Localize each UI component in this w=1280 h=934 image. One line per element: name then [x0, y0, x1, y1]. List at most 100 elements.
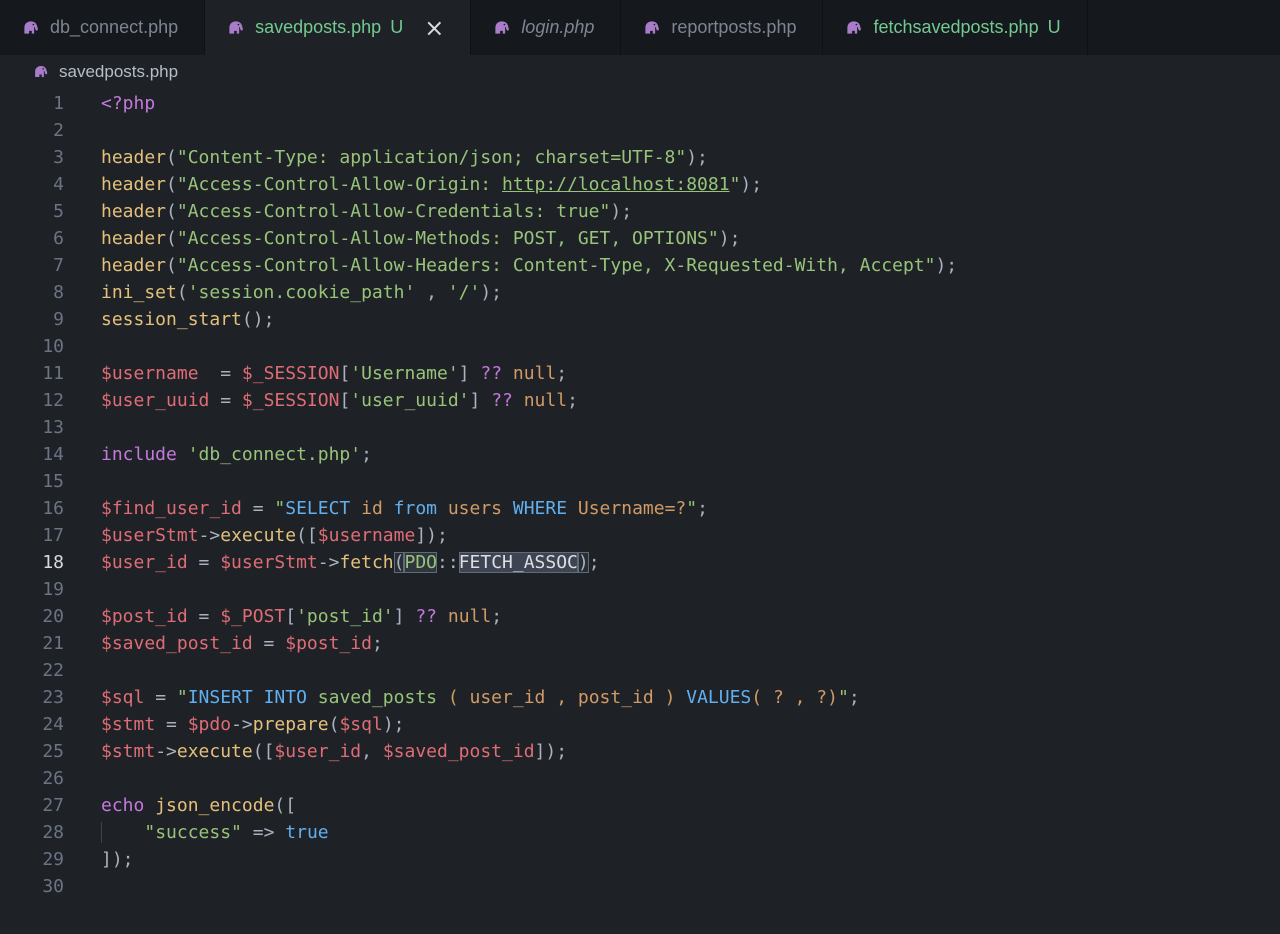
breadcrumb-file[interactable]: savedposts.php [59, 62, 178, 82]
code-text[interactable]: echo json_encode([ [101, 792, 296, 819]
line-number[interactable]: 16 [0, 495, 64, 522]
code-text[interactable]: header("Access-Control-Allow-Methods: PO… [101, 225, 740, 252]
code-text[interactable]: header("Access-Control-Allow-Credentials… [101, 198, 632, 225]
code-line[interactable]: 29]); [0, 846, 1280, 873]
line-number[interactable]: 18 [0, 549, 64, 576]
code-text[interactable]: "success" => true [101, 819, 329, 846]
code-token: ( [177, 282, 188, 303]
code-line[interactable]: 2 [0, 117, 1280, 144]
code-text[interactable]: include 'db_connect.php'; [101, 441, 372, 468]
line-number[interactable]: 12 [0, 387, 64, 414]
line-number[interactable]: 2 [0, 117, 64, 144]
line-number[interactable]: 6 [0, 225, 64, 252]
code-token: 'db_connect.php' [188, 444, 361, 465]
line-number[interactable]: 21 [0, 630, 64, 657]
tab-db_connect-php[interactable]: db_connect.php [0, 0, 205, 55]
line-number[interactable]: 22 [0, 657, 64, 684]
code-line[interactable]: 28 "success" => true [0, 819, 1280, 846]
code-text[interactable]: $stmt = $pdo->prepare($sql); [101, 711, 405, 738]
code-line[interactable]: 10 [0, 333, 1280, 360]
code-text[interactable]: $sql = "INSERT INTO saved_posts ( user_i… [101, 684, 860, 711]
line-number[interactable]: 24 [0, 711, 64, 738]
code-text[interactable]: $user_uuid = $_SESSION['user_uuid'] ?? n… [101, 387, 578, 414]
code-line[interactable]: 26 [0, 765, 1280, 792]
line-number[interactable]: 10 [0, 333, 64, 360]
line-number[interactable]: 15 [0, 468, 64, 495]
code-token: $saved_post_id [383, 741, 535, 762]
code-text[interactable]: $stmt->execute([$user_id, $saved_post_id… [101, 738, 567, 765]
code-line[interactable]: 3 header("Content-Type: application/json;… [0, 144, 1280, 171]
code-text[interactable]: header("Access-Control-Allow-Origin: htt… [101, 171, 762, 198]
line-number[interactable]: 9 [0, 306, 64, 333]
code-line[interactable]: 13 [0, 414, 1280, 441]
line-number[interactable]: 26 [0, 765, 64, 792]
code-line[interactable]: 4 header("Access-Control-Allow-Origin: ht… [0, 171, 1280, 198]
code-line[interactable]: 7 header("Access-Control-Allow-Headers: C… [0, 252, 1280, 279]
code-text[interactable]: session_start(); [101, 306, 274, 333]
code-line[interactable]: 6 header("Access-Control-Allow-Methods: P… [0, 225, 1280, 252]
code-token: $stmt [101, 714, 155, 735]
line-number[interactable]: 17 [0, 522, 64, 549]
line-number[interactable]: 5 [0, 198, 64, 225]
line-number[interactable]: 7 [0, 252, 64, 279]
code-token: $post_id [285, 633, 372, 654]
line-number[interactable]: 13 [0, 414, 64, 441]
code-line[interactable]: 20 $post_id = $_POST['post_id'] ?? null; [0, 603, 1280, 630]
tab-reportposts-php[interactable]: reportposts.php [621, 0, 823, 55]
line-number[interactable]: 28 [0, 819, 64, 846]
tab-fetchsavedposts-php[interactable]: fetchsavedposts.phpU [823, 0, 1087, 55]
code-line[interactable]: 17 $userStmt->execute([$username]); [0, 522, 1280, 549]
code-text[interactable]: header("Access-Control-Allow-Headers: Co… [101, 252, 957, 279]
code-text[interactable]: $saved_post_id = $post_id; [101, 630, 383, 657]
line-number[interactable]: 14 [0, 441, 64, 468]
code-text[interactable]: $post_id = $_POST['post_id'] ?? null; [101, 603, 502, 630]
code-token: = [209, 390, 242, 411]
breadcrumb[interactable]: savedposts.php [0, 55, 1280, 88]
code-line[interactable]: 24 $stmt = $pdo->prepare($sql); [0, 711, 1280, 738]
code-text[interactable]: <?php [101, 90, 155, 117]
code-line[interactable]: 11 $username = $_SESSION['Username'] ?? n… [0, 360, 1280, 387]
code-line[interactable]: 9 session_start(); [0, 306, 1280, 333]
line-number[interactable]: 20 [0, 603, 64, 630]
line-number[interactable]: 11 [0, 360, 64, 387]
tab-savedposts-php[interactable]: savedposts.phpU× [205, 0, 471, 55]
code-token: -> [231, 714, 253, 735]
line-number[interactable]: 4 [0, 171, 64, 198]
code-line[interactable]: 27 echo json_encode([ [0, 792, 1280, 819]
code-token: -> [199, 525, 221, 546]
code-line[interactable]: 21 $saved_post_id = $post_id; [0, 630, 1280, 657]
code-line[interactable]: 25 $stmt->execute([$user_id, $saved_post_… [0, 738, 1280, 765]
code-token: ; [491, 606, 502, 627]
code-editor[interactable]: 1 <?php 23 header("Content-Type: applicatio… [0, 88, 1280, 900]
code-text[interactable]: $userStmt->execute([$username]); [101, 522, 448, 549]
line-number[interactable]: 19 [0, 576, 64, 603]
code-line[interactable]: 19 [0, 576, 1280, 603]
code-line[interactable]: 1 <?php [0, 90, 1280, 117]
close-tab-icon[interactable]: × [424, 16, 444, 40]
code-line[interactable]: 5 header("Access-Control-Allow-Credential… [0, 198, 1280, 225]
code-line[interactable]: 14 include 'db_connect.php'; [0, 441, 1280, 468]
code-line[interactable]: 18 $user_id = $userStmt->fetch(PDO::FETCH… [0, 549, 1280, 576]
code-line[interactable]: 22 [0, 657, 1280, 684]
line-number[interactable]: 23 [0, 684, 64, 711]
code-line[interactable]: 8 ini_set('session.cookie_path' , '/'); [0, 279, 1280, 306]
tab-login-php[interactable]: login.php [471, 0, 621, 55]
line-number[interactable]: 27 [0, 792, 64, 819]
line-number[interactable]: 25 [0, 738, 64, 765]
line-number[interactable]: 30 [0, 873, 64, 900]
line-number[interactable]: 3 [0, 144, 64, 171]
code-text[interactable]: ]); [101, 846, 134, 873]
code-text[interactable]: header("Content-Type: application/json; … [101, 144, 708, 171]
code-text[interactable]: $find_user_id = "SELECT id from users WH… [101, 495, 708, 522]
line-number[interactable]: 29 [0, 846, 64, 873]
line-number[interactable]: 8 [0, 279, 64, 306]
line-number[interactable]: 1 [0, 90, 64, 117]
code-text[interactable]: $username = $_SESSION['Username'] ?? nul… [101, 360, 567, 387]
code-text[interactable]: ini_set('session.cookie_path' , '/'); [101, 279, 502, 306]
code-line[interactable]: 12 $user_uuid = $_SESSION['user_uuid'] ??… [0, 387, 1280, 414]
code-line[interactable]: 23 $sql = "INSERT INTO saved_posts ( user… [0, 684, 1280, 711]
code-line[interactable]: 30 [0, 873, 1280, 900]
code-line[interactable]: 16 $find_user_id = "SELECT id from users … [0, 495, 1280, 522]
code-text[interactable]: $user_id = $userStmt->fetch(PDO::FETCH_A… [101, 549, 600, 576]
code-line[interactable]: 15 [0, 468, 1280, 495]
